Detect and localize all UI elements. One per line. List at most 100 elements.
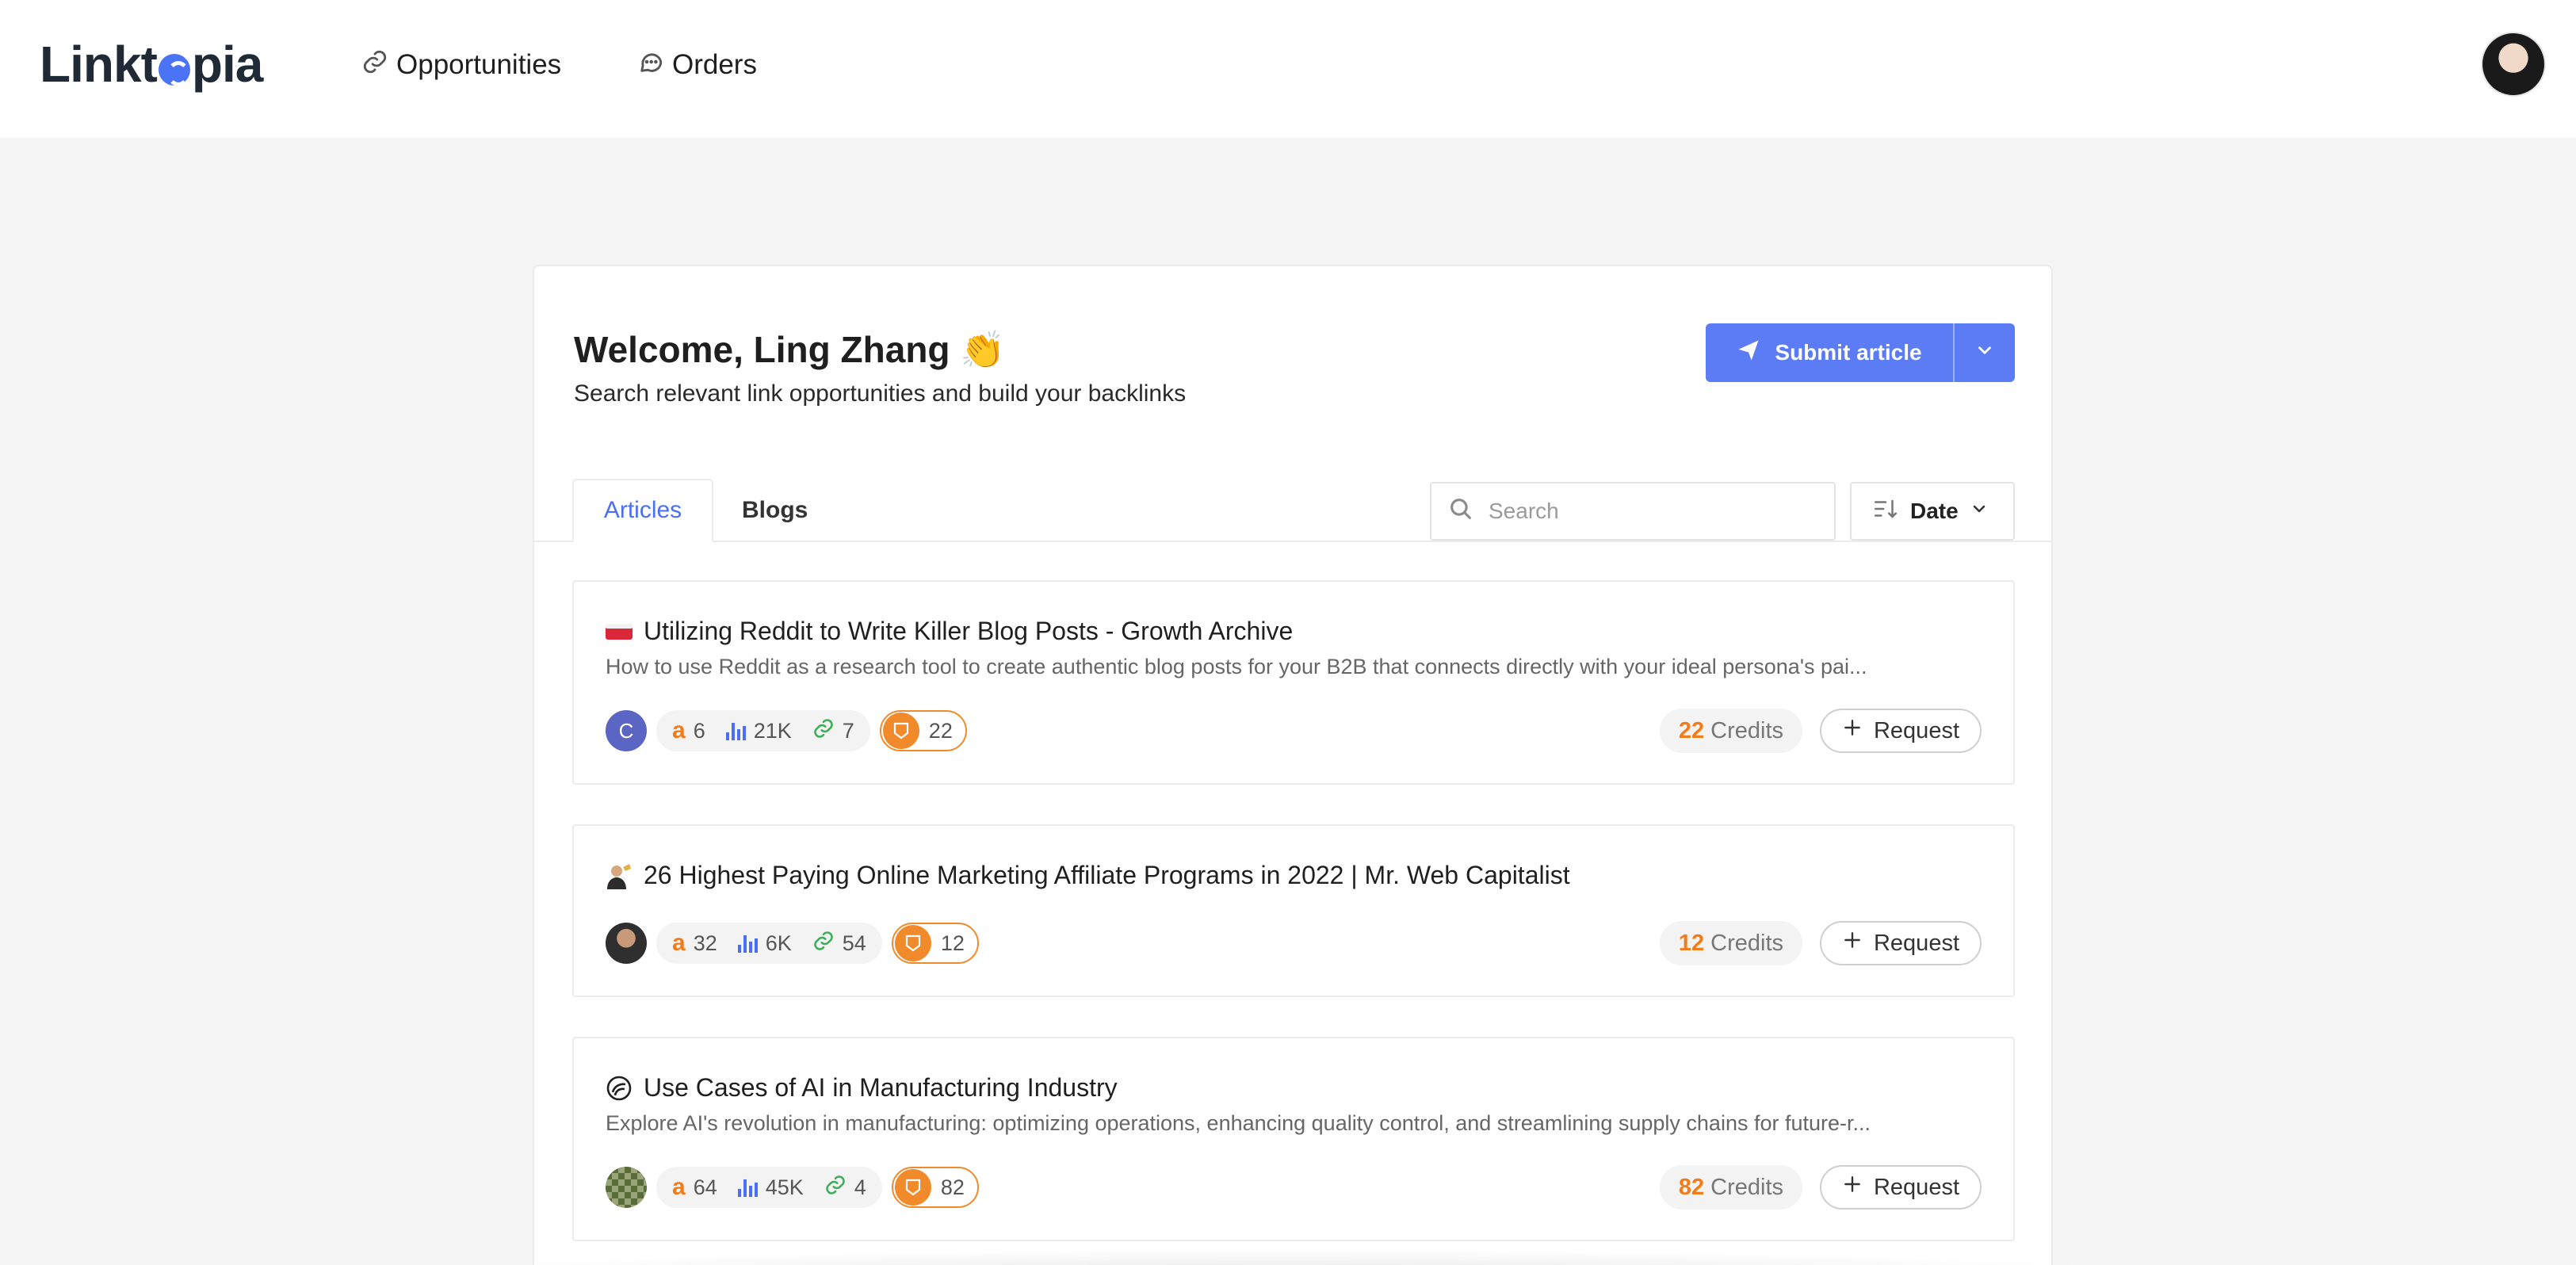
top-bar: Linkt pia Opportunities Orders — [0, 0, 2576, 138]
logo-text-left: Linkt — [40, 36, 158, 93]
traffic-stat: 6K — [737, 931, 792, 956]
bar-chart-icon — [737, 1178, 758, 1197]
request-button[interactable]: Request — [1819, 1165, 1982, 1210]
bar-chart-icon — [725, 721, 746, 740]
links-value: 54 — [842, 931, 866, 955]
chevron-down-icon — [1974, 340, 1995, 366]
submit-article-label: Submit article — [1775, 340, 1922, 365]
author-avatar — [606, 1167, 647, 1208]
submit-article-main[interactable]: Submit article — [1706, 323, 1955, 382]
site-favicon-icon — [606, 1075, 633, 1102]
chevron-down-icon — [1970, 499, 1989, 524]
logo-text-right: pia — [191, 36, 263, 93]
tab-articles[interactable]: Articles — [572, 479, 713, 542]
traffic-value: 6K — [765, 931, 792, 955]
links-stat: 54 — [812, 930, 866, 957]
score-value: 82 — [940, 1175, 965, 1199]
credits-value: 22 — [1678, 717, 1705, 743]
score-badge: 12 — [891, 923, 979, 964]
request-button[interactable]: Request — [1819, 709, 1982, 753]
link-icon — [824, 1174, 847, 1202]
traffic-stat: 21K — [725, 718, 792, 743]
links-stat: 7 — [812, 717, 854, 745]
site-favicon-icon — [606, 618, 633, 645]
article-title: Use Cases of AI in Manufacturing Industr… — [644, 1073, 1118, 1102]
plus-icon — [1842, 1174, 1863, 1201]
page-subtitle: Search relevant link opportunities and b… — [574, 380, 1187, 407]
chat-bubble-icon — [637, 48, 664, 82]
score-value: 22 — [928, 718, 953, 743]
article-description: Explore AI's revolution in manufacturing… — [606, 1111, 1871, 1135]
authority-icon: a — [672, 1174, 686, 1200]
authority-value: 32 — [693, 931, 717, 955]
stats-pill: a 32 6K 54 — [656, 923, 882, 964]
article-title: 26 Highest Paying Online Marketing Affil… — [644, 861, 1570, 889]
links-value: 4 — [854, 1175, 866, 1199]
article-card[interactable]: Utilizing Reddit to Write Killer Blog Po… — [572, 580, 2015, 785]
score-badge: 22 — [879, 710, 967, 751]
user-avatar[interactable] — [2481, 32, 2546, 97]
stats-pill: a 64 45K 4 — [656, 1167, 882, 1208]
traffic-value: 21K — [753, 718, 792, 743]
credits-label: Credits — [1710, 717, 1783, 743]
article-meta: C a 6 21K 7 22 — [606, 709, 967, 753]
score-badge: 82 — [891, 1167, 979, 1208]
request-button[interactable]: Request — [1819, 921, 1982, 965]
search-input[interactable]: Search — [1430, 482, 1836, 541]
plus-icon — [1842, 717, 1863, 744]
tab-blogs[interactable]: Blogs — [717, 479, 833, 542]
submit-article-button[interactable]: Submit article — [1706, 323, 2015, 382]
credits-value: 12 — [1678, 930, 1705, 956]
authority-stat: a 32 — [672, 930, 717, 957]
request-label: Request — [1873, 717, 1959, 743]
article-title-row[interactable]: 26 Highest Paying Online Marketing Affil… — [606, 861, 1570, 890]
article-card[interactable]: Use Cases of AI in Manufacturing Industr… — [572, 1037, 2015, 1241]
main-card: Welcome, Ling Zhang 👏 Search relevant li… — [533, 265, 2053, 1265]
sort-icon — [1872, 495, 1899, 528]
article-card[interactable]: 26 Highest Paying Online Marketing Affil… — [572, 824, 2015, 997]
nav-opportunities[interactable]: Opportunities — [361, 44, 561, 86]
authority-icon: a — [672, 717, 686, 743]
article-meta: a 32 6K 54 12 — [606, 921, 979, 965]
traffic-stat: 45K — [737, 1175, 804, 1200]
link-icon — [812, 717, 835, 745]
credits-label: Credits — [1710, 930, 1783, 956]
credits-value: 82 — [1678, 1174, 1705, 1200]
send-icon — [1737, 338, 1760, 368]
plus-icon — [1842, 930, 1863, 957]
sort-dropdown[interactable]: Date — [1850, 482, 2015, 541]
site-favicon-icon — [606, 862, 633, 889]
authority-stat: a 64 — [672, 1174, 717, 1201]
bar-chart-icon — [737, 934, 758, 953]
credits-badge: 12 Credits — [1659, 921, 1802, 965]
linktopia-logo[interactable]: Linkt pia — [40, 36, 263, 93]
credits-label: Credits — [1710, 1174, 1783, 1200]
sort-label: Date — [1910, 499, 1959, 523]
nav-orders-label: Orders — [672, 49, 757, 80]
link-icon — [361, 48, 388, 82]
request-label: Request — [1873, 930, 1959, 956]
links-value: 7 — [842, 718, 854, 743]
stats-pill: a 6 21K 7 — [656, 710, 870, 751]
nav-opportunities-label: Opportunities — [396, 49, 562, 80]
search-placeholder: Search — [1489, 499, 1559, 523]
search-icon — [1447, 495, 1474, 528]
logo-o-mark-icon — [158, 54, 190, 86]
author-avatar: C — [606, 710, 647, 751]
authority-icon: a — [672, 930, 686, 956]
author-avatar — [606, 923, 647, 964]
link-icon — [812, 930, 835, 957]
page-title: Welcome, Ling Zhang 👏 — [574, 329, 1006, 370]
links-stat: 4 — [824, 1174, 866, 1202]
nav-orders[interactable]: Orders — [637, 44, 757, 86]
article-meta: a 64 45K 4 82 — [606, 1165, 979, 1210]
authority-value: 6 — [693, 718, 705, 743]
article-title-row[interactable]: Utilizing Reddit to Write Killer Blog Po… — [606, 617, 1293, 646]
bottom-shadow — [333, 1249, 2235, 1265]
traffic-value: 45K — [765, 1175, 804, 1199]
article-title-row[interactable]: Use Cases of AI in Manufacturing Industr… — [606, 1073, 1118, 1103]
score-value: 12 — [940, 931, 965, 955]
authority-stat: a 6 — [672, 717, 705, 744]
request-label: Request — [1873, 1174, 1959, 1200]
submit-options-dropdown[interactable] — [1955, 323, 2015, 382]
